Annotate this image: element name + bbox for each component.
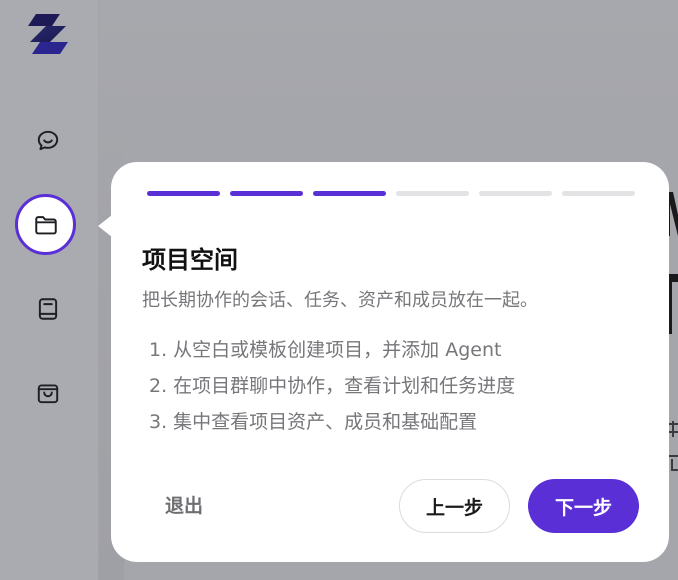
tour-step-item: 3. 集中查看项目资产、成员和基础配置 xyxy=(149,411,478,433)
previous-step-button[interactable]: 上一步 xyxy=(399,479,510,533)
sidebar-item-store[interactable] xyxy=(27,372,69,414)
folder-icon xyxy=(34,215,57,234)
sidebar xyxy=(0,0,99,580)
tour-progress-bar xyxy=(147,191,635,196)
tour-steps-list: 1. 从空白或模板创建项目，并添加 Agent 2. 在项目群聊中协作，查看计划… xyxy=(149,332,515,440)
progress-segment xyxy=(479,191,552,196)
tour-step-item: 1. 从空白或模板创建项目，并添加 Agent xyxy=(149,339,502,361)
progress-segment xyxy=(396,191,469,196)
brand-logo-icon[interactable] xyxy=(26,12,72,56)
sidebar-item-library[interactable] xyxy=(27,288,69,330)
sidebar-item-chat[interactable] xyxy=(27,120,69,162)
progress-segment xyxy=(313,191,386,196)
exit-tour-button[interactable]: 退出 xyxy=(165,491,203,518)
book-icon xyxy=(38,298,58,320)
tour-step-item: 2. 在项目群聊中协作，查看计划和任务进度 xyxy=(149,375,516,397)
popover-pointer xyxy=(98,215,112,237)
chat-icon xyxy=(37,130,59,151)
background-text-fragment xyxy=(669,419,678,479)
progress-segment xyxy=(147,191,220,196)
progress-segment xyxy=(562,191,635,196)
sidebar-item-projects[interactable] xyxy=(15,194,76,255)
next-step-button[interactable]: 下一步 xyxy=(528,479,639,533)
onboarding-tour-popover: 项目空间 把长期协作的会话、任务、资产和成员放在一起。 1. 从空白或模板创建项… xyxy=(111,162,669,562)
shopping-bag-icon xyxy=(37,384,59,404)
tour-subtitle: 把长期协作的会话、任务、资产和成员放在一起。 xyxy=(142,290,538,311)
progress-segment xyxy=(230,191,303,196)
tour-title: 项目空间 xyxy=(142,246,238,274)
